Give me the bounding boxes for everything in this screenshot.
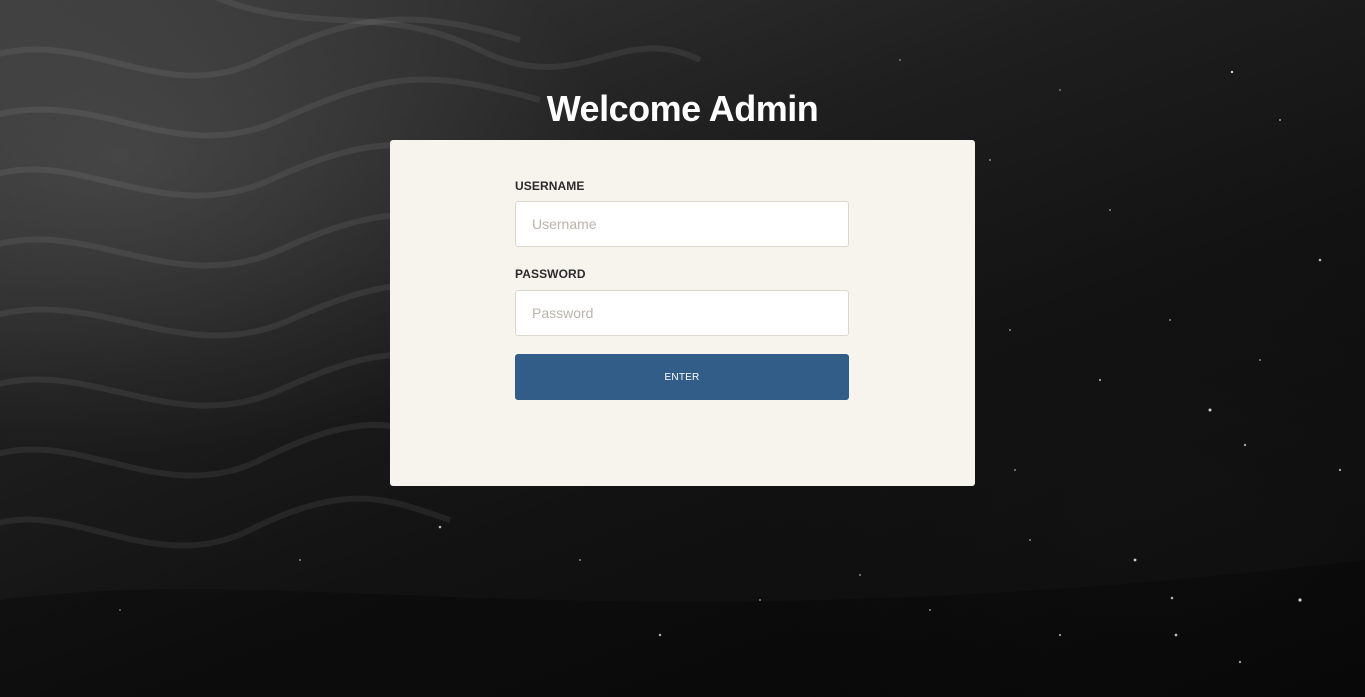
login-card: USERNAME PASSWORD ENTER — [390, 140, 975, 486]
password-input[interactable] — [515, 290, 849, 336]
username-label: USERNAME — [515, 179, 585, 193]
username-input[interactable] — [515, 201, 849, 247]
password-label: PASSWORD — [515, 267, 586, 281]
page-title: Welcome Admin — [546, 88, 819, 129]
enter-button[interactable]: ENTER — [515, 354, 849, 400]
